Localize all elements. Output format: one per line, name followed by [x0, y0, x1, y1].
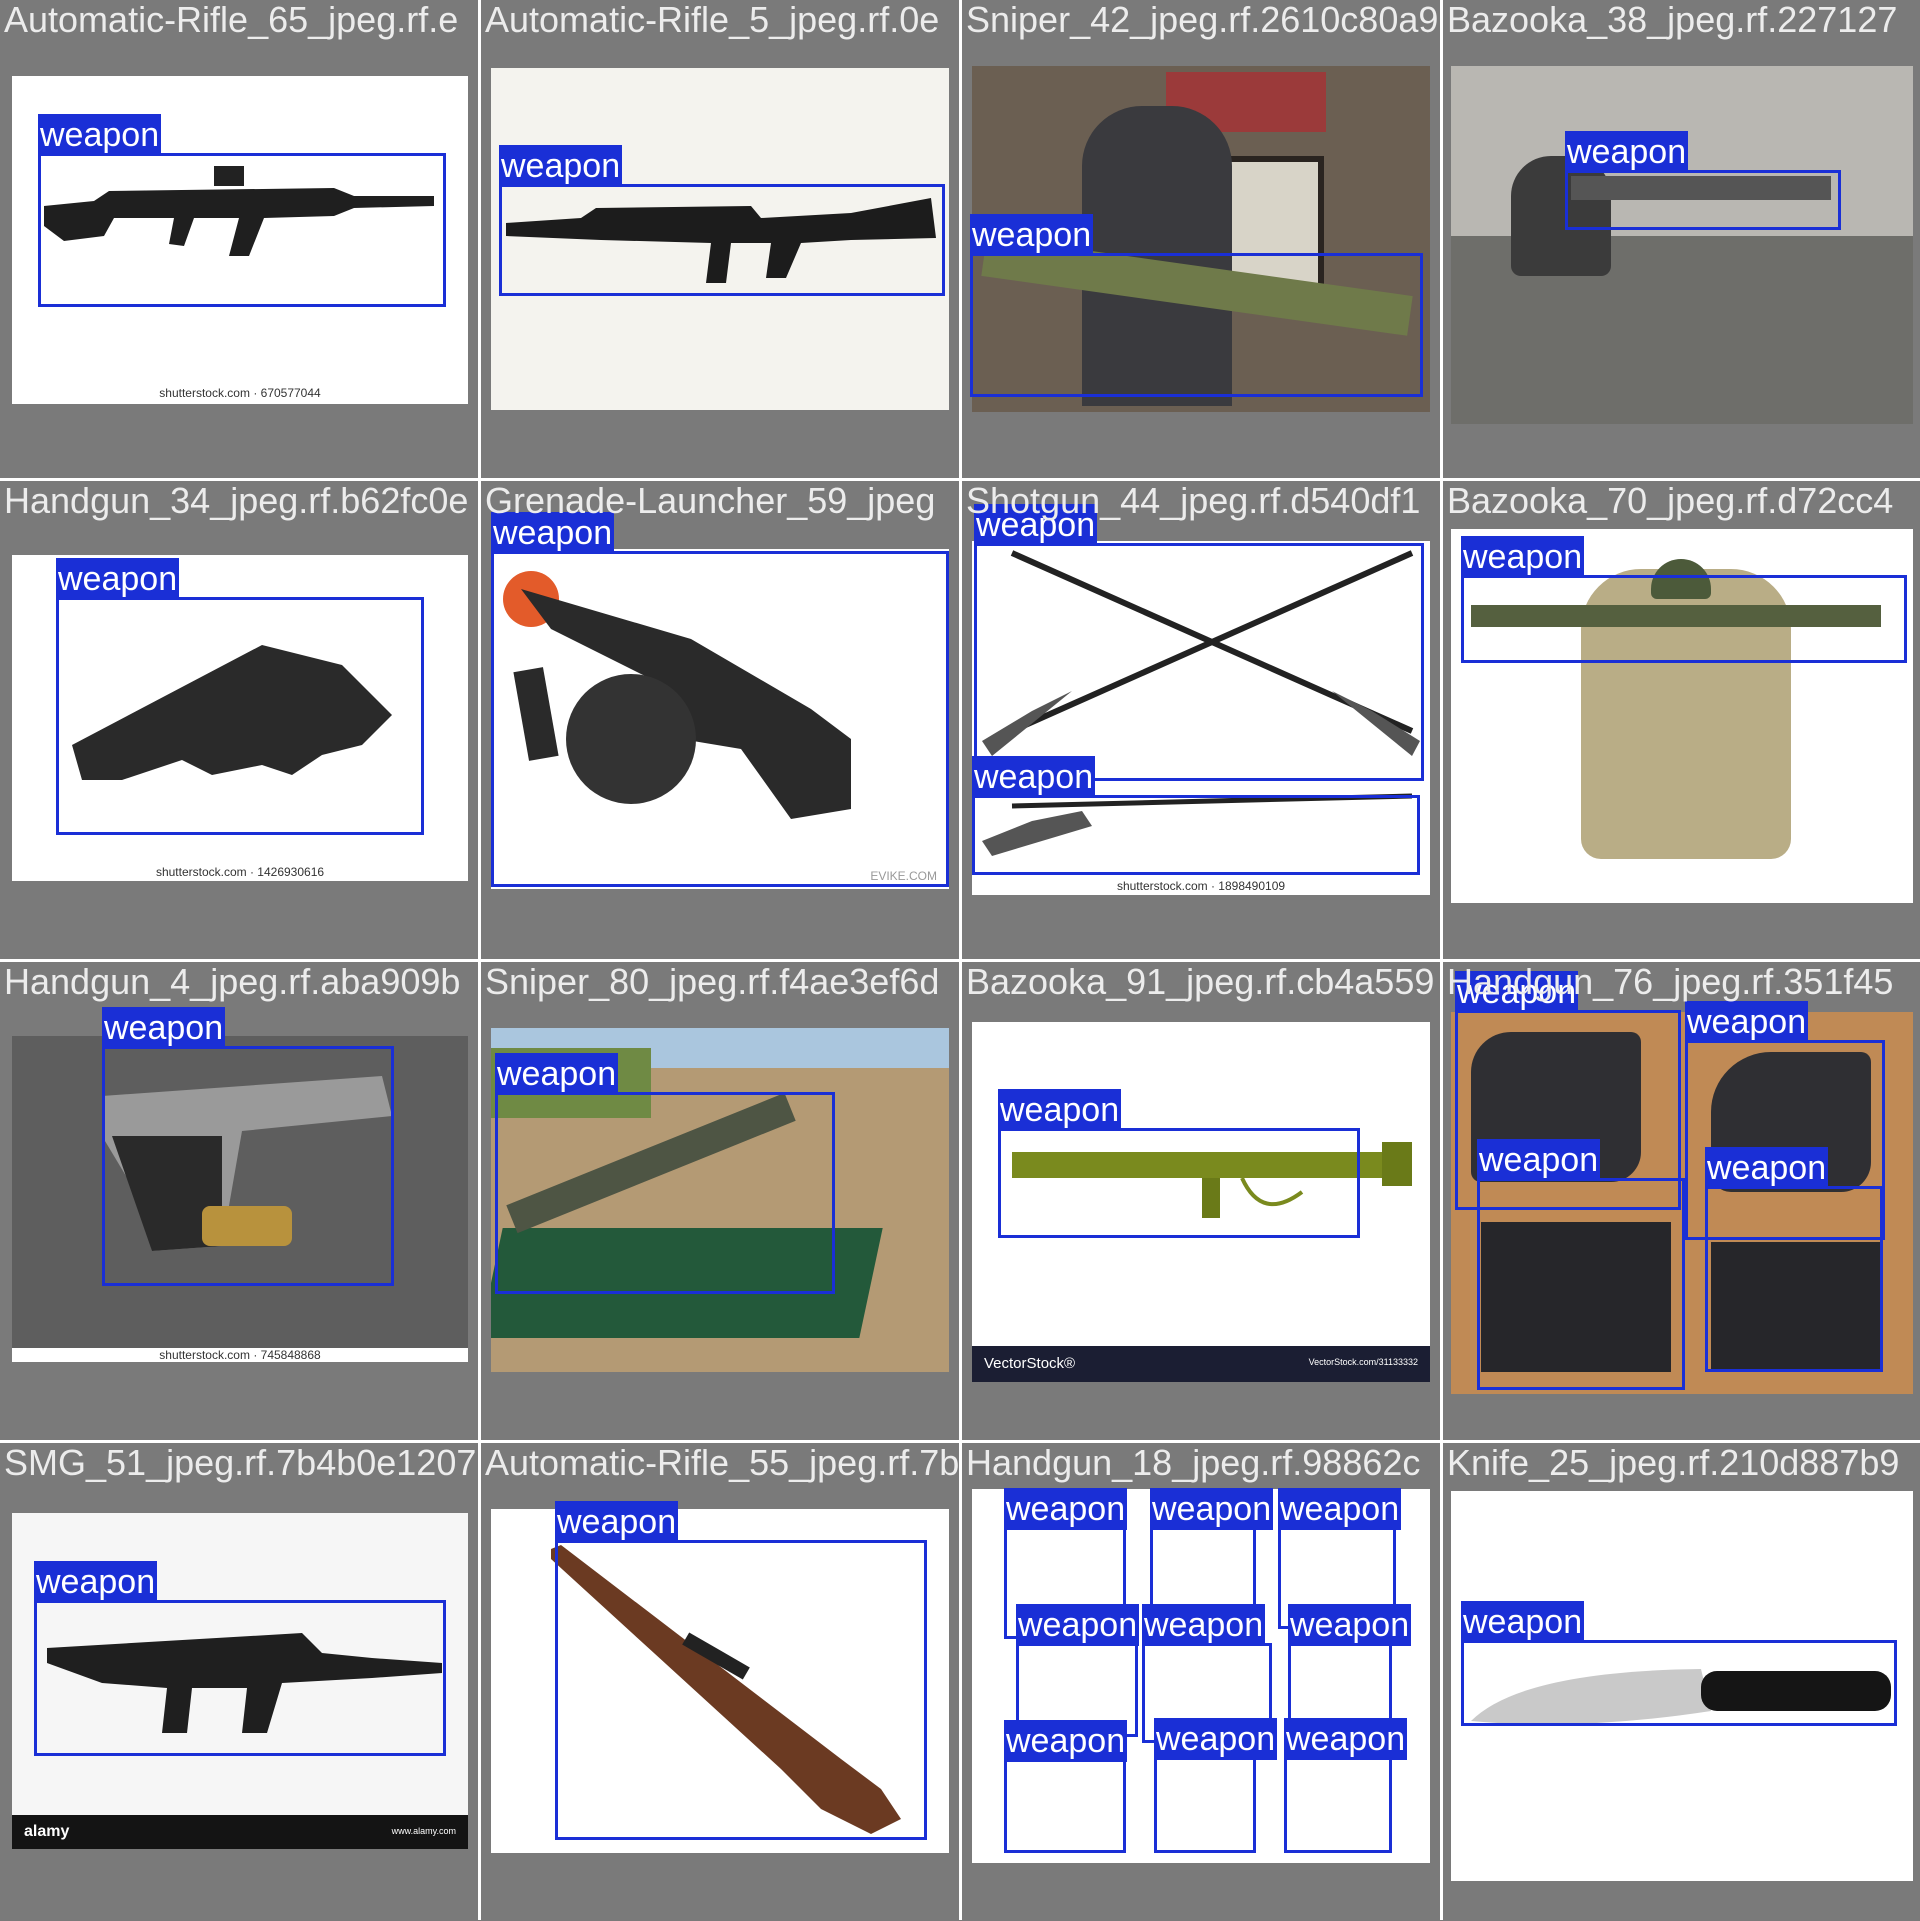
tile-handgun-4[interactable]: Handgun_4_jpeg.rf.aba909b shutterstock.c… — [0, 962, 478, 1440]
bbox-label: weapon — [1685, 1001, 1809, 1043]
bbox-label: weapon — [1016, 1604, 1140, 1646]
tile-bazooka-91[interactable]: Bazooka_91_jpeg.rf.cb4a559 VectorStock® … — [962, 962, 1440, 1440]
watermark: shutterstock.com · 670577044 — [159, 386, 321, 400]
weapon-bbox[interactable]: weapon — [34, 1561, 446, 1756]
bbox-label: weapon — [495, 1053, 619, 1095]
bbox-label: weapon — [1142, 1604, 1266, 1646]
tile-caption: Handgun_18_jpeg.rf.98862c — [966, 1443, 1421, 1483]
weapon-bbox[interactable]: weapon — [495, 1053, 835, 1294]
weapon-bbox[interactable]: weapon — [491, 512, 949, 887]
bbox-label: weapon — [972, 756, 1096, 798]
tile-caption: Handgun_4_jpeg.rf.aba909b — [4, 962, 461, 1002]
tile-automatic-rifle-5[interactable]: Automatic-Rifle_5_jpeg.rf.0e weapon — [481, 0, 959, 478]
tile-caption: Shotgun_44_jpeg.rf.d540df1 — [966, 481, 1421, 521]
footer-left-text: VectorStock® — [984, 1355, 1076, 1372]
bbox-label: weapon — [1461, 1601, 1585, 1643]
weapon-bbox[interactable]: weapon — [1461, 1601, 1897, 1726]
weapon-bbox[interactable]: weapon — [998, 1089, 1360, 1238]
weapon-bbox[interactable]: weapon — [1565, 131, 1841, 230]
tile-caption: Automatic-Rifle_5_jpeg.rf.0e — [485, 0, 940, 40]
tile-handgun-76[interactable]: Handgun_76_jpeg.rf.351f45 weapon weapon … — [1443, 962, 1920, 1440]
bbox-label: weapon — [1705, 1147, 1829, 1189]
bbox-label: weapon — [1288, 1604, 1412, 1646]
weapon-bbox[interactable]: weapon — [38, 114, 446, 307]
bbox-label: weapon — [102, 1007, 226, 1049]
tile-caption: Handgun_34_jpeg.rf.b62fc0e — [4, 481, 469, 521]
tile-caption: Bazooka_70_jpeg.rf.d72cc4 — [1447, 481, 1894, 521]
bbox-label: weapon — [38, 114, 162, 156]
tile-sniper-80[interactable]: Sniper_80_jpeg.rf.f4ae3ef6d weapon — [481, 962, 959, 1440]
tile-photo — [1451, 66, 1913, 424]
tile-automatic-rifle-55[interactable]: Automatic-Rifle_55_jpeg.rf.7b weapon — [481, 1443, 959, 1921]
bbox-label: weapon — [499, 145, 623, 187]
tile-caption: Bazooka_91_jpeg.rf.cb4a559 — [966, 962, 1435, 1002]
bbox-label: weapon — [998, 1089, 1122, 1131]
watermark: shutterstock.com · 745848868 — [12, 1348, 468, 1362]
weapon-bbox[interactable]: weapon — [1284, 1718, 1408, 1853]
weapon-bbox[interactable]: weapon — [1477, 1139, 1685, 1390]
weapon-bbox[interactable]: weapon — [102, 1007, 394, 1286]
tile-caption: Knife_25_jpeg.rf.210d887b9 — [1447, 1443, 1900, 1483]
bbox-label: weapon — [1278, 1488, 1402, 1530]
tile-caption: Automatic-Rifle_65_jpeg.rf.e — [4, 0, 459, 40]
watermark: shutterstock.com · 1426930616 — [155, 865, 325, 879]
weapon-bbox[interactable]: weapon — [555, 1501, 927, 1840]
tile-handgun-18[interactable]: Handgun_18_jpeg.rf.98862c weapon weapon … — [962, 1443, 1440, 1921]
weapon-bbox[interactable]: weapon — [1461, 536, 1907, 663]
tile-smg-51[interactable]: SMG_51_jpeg.rf.7b4b0e1207 alamy www.alam… — [0, 1443, 478, 1921]
tile-knife-25[interactable]: Knife_25_jpeg.rf.210d887b9 weapon — [1443, 1443, 1920, 1921]
weapon-bbox[interactable]: weapon — [972, 756, 1420, 875]
bbox-label: weapon — [1004, 1488, 1128, 1530]
bbox-label: weapon — [1150, 1488, 1274, 1530]
weapon-bbox[interactable]: weapon — [1154, 1718, 1278, 1853]
bbox-label: weapon — [1004, 1720, 1128, 1762]
tile-bazooka-70[interactable]: Bazooka_70_jpeg.rf.d72cc4 weapon — [1443, 481, 1920, 959]
tile-automatic-rifle-65[interactable]: Automatic-Rifle_65_jpeg.rf.e shutterstoc… — [0, 0, 478, 478]
tile-caption: SMG_51_jpeg.rf.7b4b0e1207 — [4, 1443, 477, 1483]
alamy-footer: alamy www.alamy.com — [12, 1815, 468, 1849]
weapon-bbox[interactable]: weapon — [1705, 1147, 1883, 1372]
detection-mosaic: Automatic-Rifle_65_jpeg.rf.e shutterstoc… — [0, 0, 1920, 1921]
tile-grenade-launcher-59[interactable]: Grenade-Launcher_59_jpeg EVIKE.COM weapo… — [481, 481, 959, 959]
weapon-bbox[interactable]: weapon — [970, 214, 1423, 397]
bbox-label: weapon — [555, 1501, 679, 1543]
tile-handgun-34[interactable]: Handgun_34_jpeg.rf.b62fc0e shutterstock.… — [0, 481, 478, 959]
vectorstock-footer: VectorStock® VectorStock.com/31133332 — [972, 1346, 1430, 1382]
footer-right-text: VectorStock.com/31133332 — [1308, 1357, 1418, 1367]
bbox-label: weapon — [1154, 1718, 1278, 1760]
weapon-bbox[interactable]: weapon — [1004, 1720, 1128, 1853]
bbox-label: weapon — [1565, 131, 1689, 173]
footer-left-text: alamy — [24, 1823, 70, 1840]
bbox-label: weapon — [1461, 536, 1585, 578]
bbox-label: weapon — [970, 214, 1094, 256]
bbox-label: weapon — [1477, 1139, 1601, 1181]
footer-right-text: www.alamy.com — [391, 1826, 456, 1836]
tile-bazooka-38[interactable]: Bazooka_38_jpeg.rf.227127 weapon — [1443, 0, 1920, 478]
tile-caption: Sniper_80_jpeg.rf.f4ae3ef6d — [485, 962, 940, 1002]
tile-caption: Automatic-Rifle_55_jpeg.rf.7b — [485, 1443, 959, 1483]
tile-sniper-42[interactable]: Sniper_42_jpeg.rf.2610c80a9 weapon — [962, 0, 1440, 478]
tile-caption: Bazooka_38_jpeg.rf.227127 — [1447, 0, 1898, 40]
weapon-bbox[interactable]: weapon — [56, 558, 424, 835]
tile-caption: Sniper_42_jpeg.rf.2610c80a9 — [966, 0, 1439, 40]
tile-shotgun-44[interactable]: Shotgun_44_jpeg.rf.d540df1 shutterstock.… — [962, 481, 1440, 959]
tile-caption: Handgun_76_jpeg.rf.351f45 — [1447, 962, 1894, 1002]
bbox-label: weapon — [1284, 1718, 1408, 1760]
tile-caption: Grenade-Launcher_59_jpeg — [485, 481, 936, 521]
bbox-label: weapon — [34, 1561, 158, 1603]
bbox-label: weapon — [56, 558, 180, 600]
weapon-bbox[interactable]: weapon — [974, 504, 1424, 781]
weapon-bbox[interactable]: weapon — [499, 145, 945, 296]
